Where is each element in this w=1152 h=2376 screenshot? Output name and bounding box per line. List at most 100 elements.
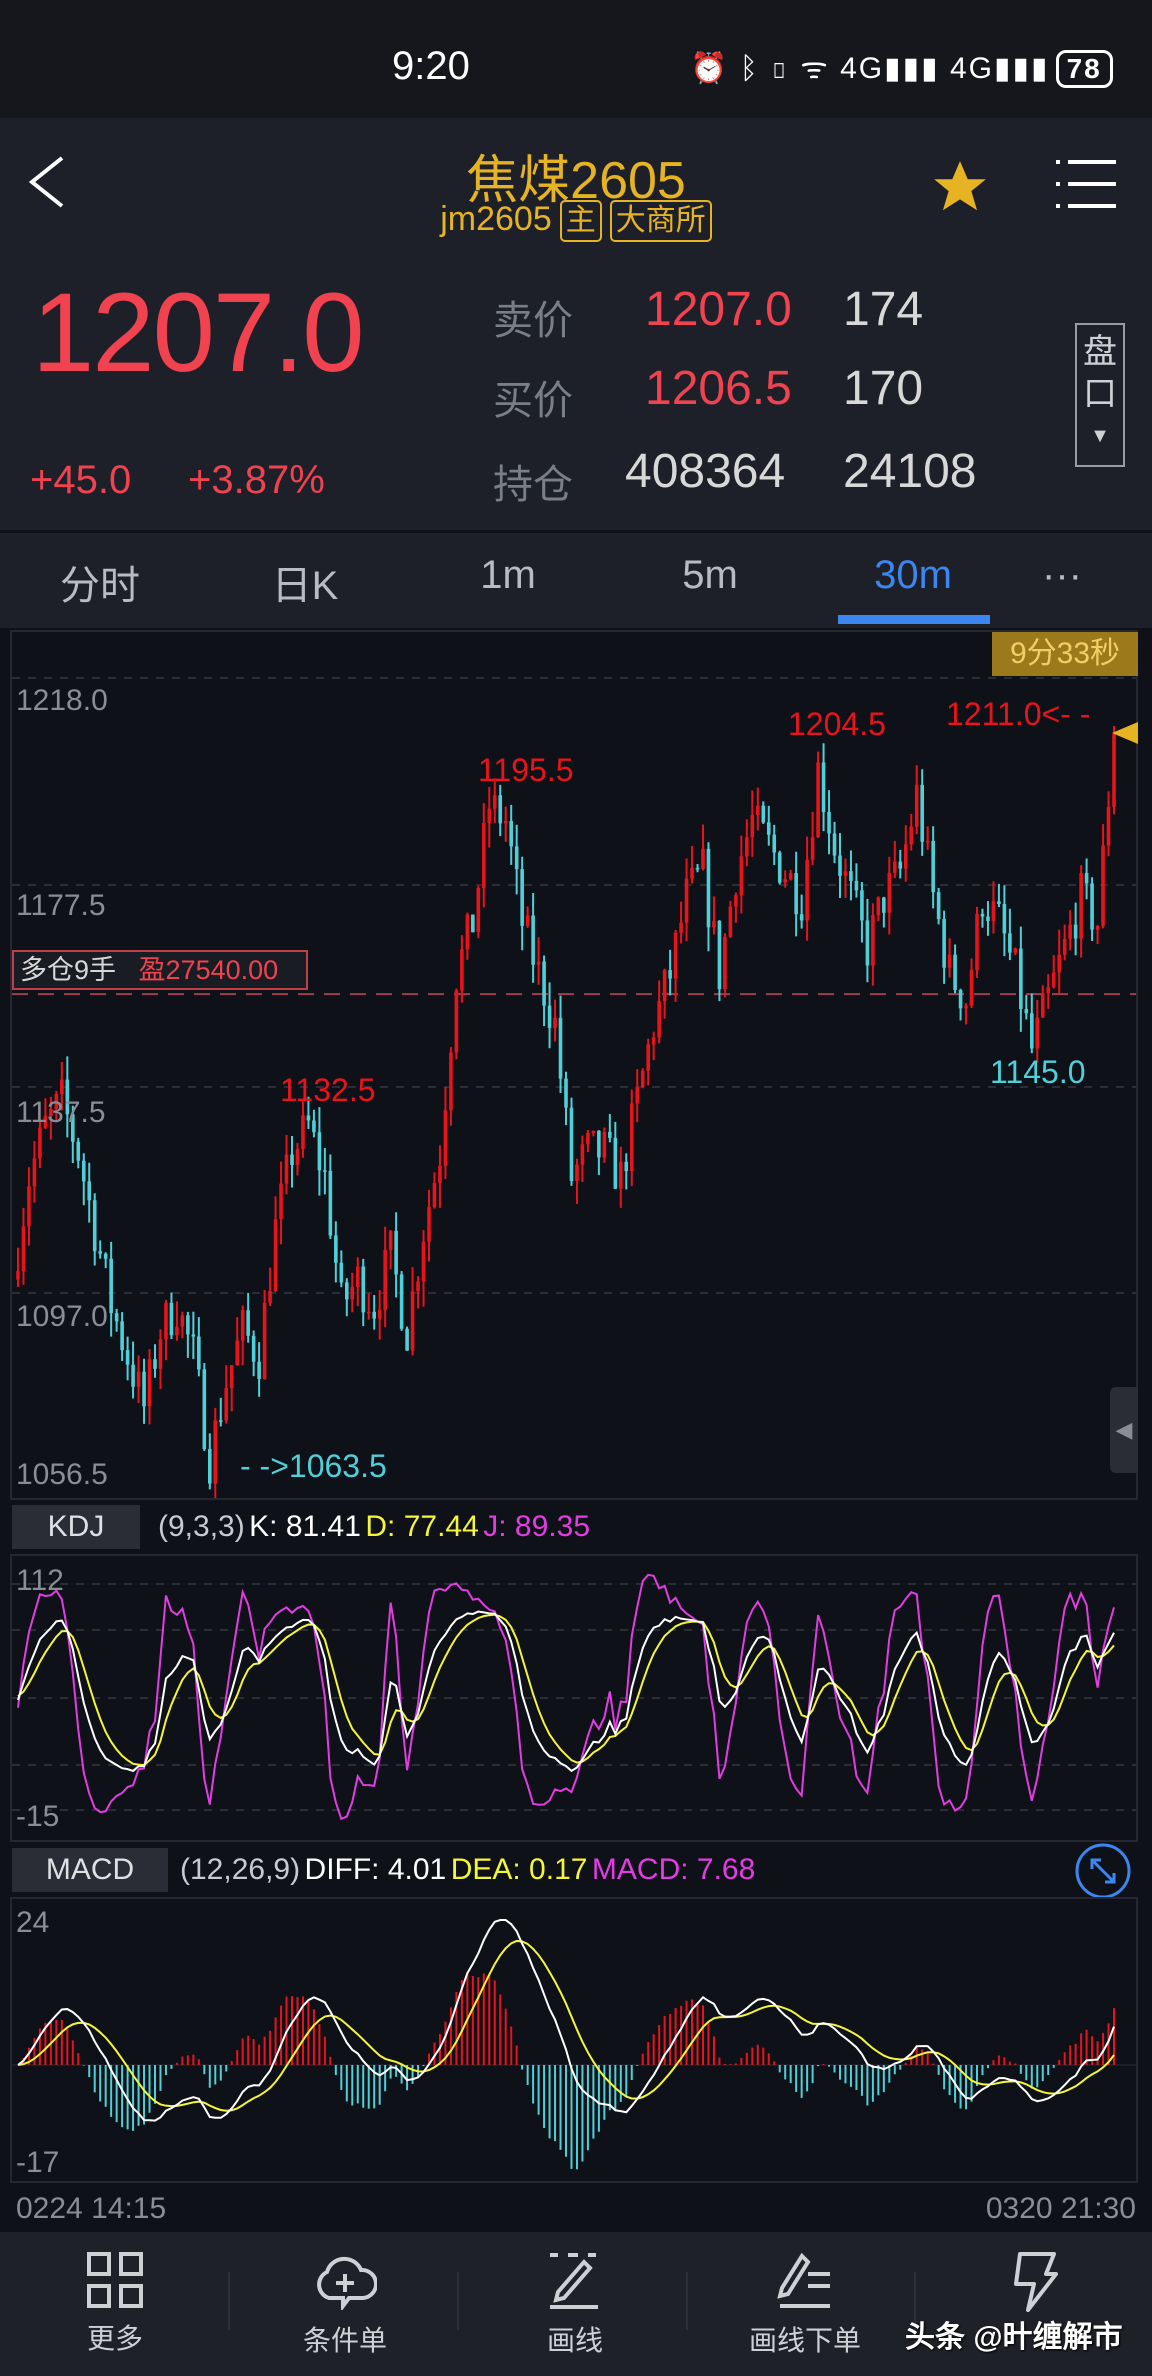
candle-body <box>334 1235 338 1263</box>
candle-body <box>662 970 667 1002</box>
candle-body <box>613 1137 618 1189</box>
tab-daily[interactable]: 日K <box>215 553 395 611</box>
candle-body <box>750 814 755 838</box>
candle-body <box>849 871 853 881</box>
candle-body <box>366 1311 371 1314</box>
nav-more[interactable]: 更多 <box>15 2232 215 2376</box>
kdj-indicator-tab[interactable]: KDJ <box>12 1505 140 1549</box>
candlestick-chart[interactable] <box>10 630 1138 1500</box>
candle-body <box>1013 948 1018 953</box>
y-tick: 1056.5 <box>16 1458 108 1491</box>
macd-params: (12,26,9) <box>180 1853 301 1886</box>
candle-body <box>235 1340 239 1366</box>
candle-body <box>103 1253 108 1259</box>
candle-body <box>1106 806 1111 846</box>
candle-body <box>777 852 782 883</box>
active-tab-indicator <box>838 615 990 624</box>
candle-body <box>509 821 513 847</box>
tab-more[interactable]: ··· <box>972 553 1152 598</box>
star-icon[interactable] <box>928 156 992 218</box>
candle-body <box>909 826 914 845</box>
kdj-axis-bottom: -15 <box>16 1800 60 1833</box>
candle-body <box>465 914 470 950</box>
candle-body <box>482 822 486 889</box>
candle-body <box>487 808 492 823</box>
candle-body <box>947 954 952 968</box>
candle-body <box>882 897 886 913</box>
network-label: 4G <box>840 52 885 85</box>
nav-conditional-order[interactable]: 条件单 <box>245 2232 445 2376</box>
candle-body <box>1040 993 1045 1018</box>
tab-timeshare[interactable]: 分时 <box>10 553 190 611</box>
kdj-d: D: 77.44 <box>365 1510 479 1543</box>
candle-body <box>739 856 744 895</box>
tab-5m[interactable]: 5m <box>620 553 800 598</box>
candle-body <box>503 821 508 824</box>
candle-body <box>323 1170 327 1172</box>
bid-price: 1206.5 <box>645 362 792 415</box>
candle-body <box>969 970 974 1006</box>
candle-body <box>427 1207 431 1242</box>
candle-body <box>109 1258 113 1314</box>
candle-body <box>651 1037 656 1045</box>
bid-volume: 170 <box>843 362 924 415</box>
macd-indicator-tab[interactable]: MACD <box>12 1848 168 1892</box>
candle-body <box>328 1170 333 1236</box>
candle-body <box>388 1230 393 1250</box>
candle-body <box>180 1315 185 1327</box>
candle-body <box>701 848 705 870</box>
candle-body <box>476 888 481 933</box>
nav-draw-line[interactable]: 画线 <box>475 2232 675 2376</box>
candle-body <box>624 1161 629 1172</box>
tab-1m[interactable]: 1m <box>418 553 598 598</box>
candle-body <box>443 1110 448 1166</box>
pankou-label-2: 口 <box>1083 375 1117 413</box>
candle-body <box>158 1339 163 1369</box>
bottom-toolbar: 更多 条件单 画线 画线下单 头条 @旪缠解市 <box>0 2232 1152 2376</box>
pen-order-icon <box>777 2252 830 2308</box>
grid-icon <box>87 2252 143 2308</box>
macd-chart[interactable] <box>10 1897 1138 2183</box>
order-book-toggle[interactable]: 盘口 ▼ <box>1075 323 1125 467</box>
candle-body <box>569 1107 574 1182</box>
candle-body <box>964 1005 968 1009</box>
candle-body <box>914 784 919 827</box>
macd-axis-bottom: -17 <box>16 2146 60 2179</box>
candle-body <box>602 1131 607 1158</box>
candle-body <box>383 1249 387 1310</box>
candle-body <box>153 1359 157 1369</box>
candle-body <box>1035 1017 1040 1049</box>
candle-body <box>350 1287 355 1300</box>
candle-body <box>454 990 459 1053</box>
candle-body <box>186 1315 190 1335</box>
candle-body <box>531 915 535 965</box>
candle-body <box>114 1313 119 1322</box>
candle-body <box>586 1132 590 1145</box>
y-tick: 1218.0 <box>16 684 108 717</box>
candle-body <box>684 878 689 923</box>
menu-icon[interactable] <box>1056 158 1120 210</box>
date-start: 0224 14:15 <box>16 2192 167 2225</box>
period-tabs: 分时 日K 1m 5m 30m ··· <box>0 530 1152 628</box>
date-end: 0320 21:30 <box>985 2192 1136 2225</box>
candle-body <box>492 795 497 809</box>
candle-body <box>460 949 464 991</box>
candle-body <box>355 1266 360 1288</box>
collapse-panel-icon[interactable]: ◀ <box>1110 1387 1138 1473</box>
kdj-chart[interactable] <box>10 1554 1138 1842</box>
nav-draw-order[interactable]: 画线下单 <box>705 2232 905 2376</box>
candle-body <box>317 1132 322 1171</box>
candle-body <box>920 784 924 842</box>
candle-body <box>794 873 798 915</box>
position-label[interactable]: 多仓9手 盈27540.00 <box>12 950 308 990</box>
expand-icon[interactable] <box>1074 1842 1132 1900</box>
caret-down-icon: ▼ <box>1090 425 1110 447</box>
candle-body <box>832 833 837 856</box>
candle-body <box>87 1181 92 1201</box>
price-change-pct: +3.87% <box>188 458 325 502</box>
network-label-2: 4G <box>950 52 995 85</box>
candle-body <box>745 837 749 857</box>
kdj-axis-top: 112 <box>16 1564 64 1597</box>
candle-body <box>991 901 996 922</box>
candle-body <box>262 1302 267 1379</box>
